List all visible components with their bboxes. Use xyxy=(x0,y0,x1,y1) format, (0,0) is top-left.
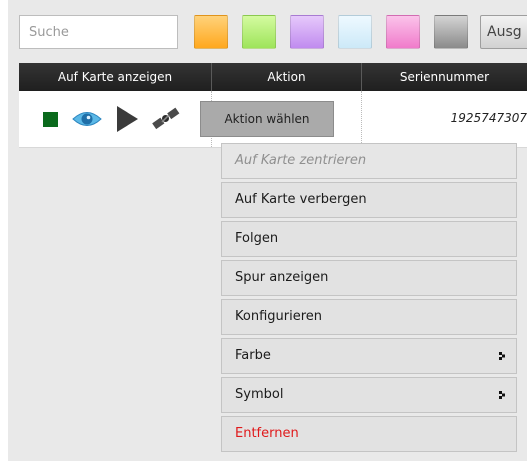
table-header: Auf Karte anzeigen Aktion Seriennummer xyxy=(19,63,527,91)
color-swatch-green[interactable] xyxy=(242,15,276,49)
eye-icon[interactable] xyxy=(72,107,102,131)
menu-item-color[interactable]: Farbe xyxy=(221,338,517,374)
column-header-show-on-map[interactable]: Auf Karte anzeigen xyxy=(19,63,212,91)
submenu-arrow-icon xyxy=(499,391,505,399)
color-swatch-orange[interactable] xyxy=(194,15,228,49)
color-swatch-pink[interactable] xyxy=(386,15,420,49)
menu-item-follow[interactable]: Folgen xyxy=(221,221,517,257)
menu-item-center-on-map: Auf Karte zentrieren xyxy=(221,143,517,179)
choose-action-button[interactable]: Aktion wählen xyxy=(200,101,334,137)
menu-item-symbol[interactable]: Symbol xyxy=(221,377,517,413)
satellite-icon[interactable] xyxy=(152,107,180,131)
ausg-button[interactable]: Ausg xyxy=(480,15,527,49)
column-header-serial-number[interactable]: Seriennummer xyxy=(362,63,527,91)
column-header-action[interactable]: Aktion xyxy=(212,63,362,91)
menu-item-hide-on-map[interactable]: Auf Karte verbergen xyxy=(221,182,517,218)
cell-serial-number: 1925747307 xyxy=(362,91,527,147)
menu-item-show-track[interactable]: Spur anzeigen xyxy=(221,260,517,296)
color-swatch-gray[interactable] xyxy=(434,15,468,49)
color-swatch-purple[interactable] xyxy=(290,15,324,49)
color-swatch-lightblue[interactable] xyxy=(338,15,372,49)
play-icon[interactable] xyxy=(115,105,139,133)
menu-item-color-label: Farbe xyxy=(235,348,271,363)
status-square-icon xyxy=(43,112,58,127)
submenu-arrow-icon xyxy=(499,352,505,360)
cell-show-on-map xyxy=(19,91,212,147)
menu-item-symbol-label: Symbol xyxy=(235,387,284,402)
serial-number: 1925747307 xyxy=(450,111,527,125)
menu-item-remove[interactable]: Entfernen xyxy=(221,416,517,452)
menu-item-configure[interactable]: Konfigurieren xyxy=(221,299,517,335)
search-input[interactable] xyxy=(19,15,178,49)
